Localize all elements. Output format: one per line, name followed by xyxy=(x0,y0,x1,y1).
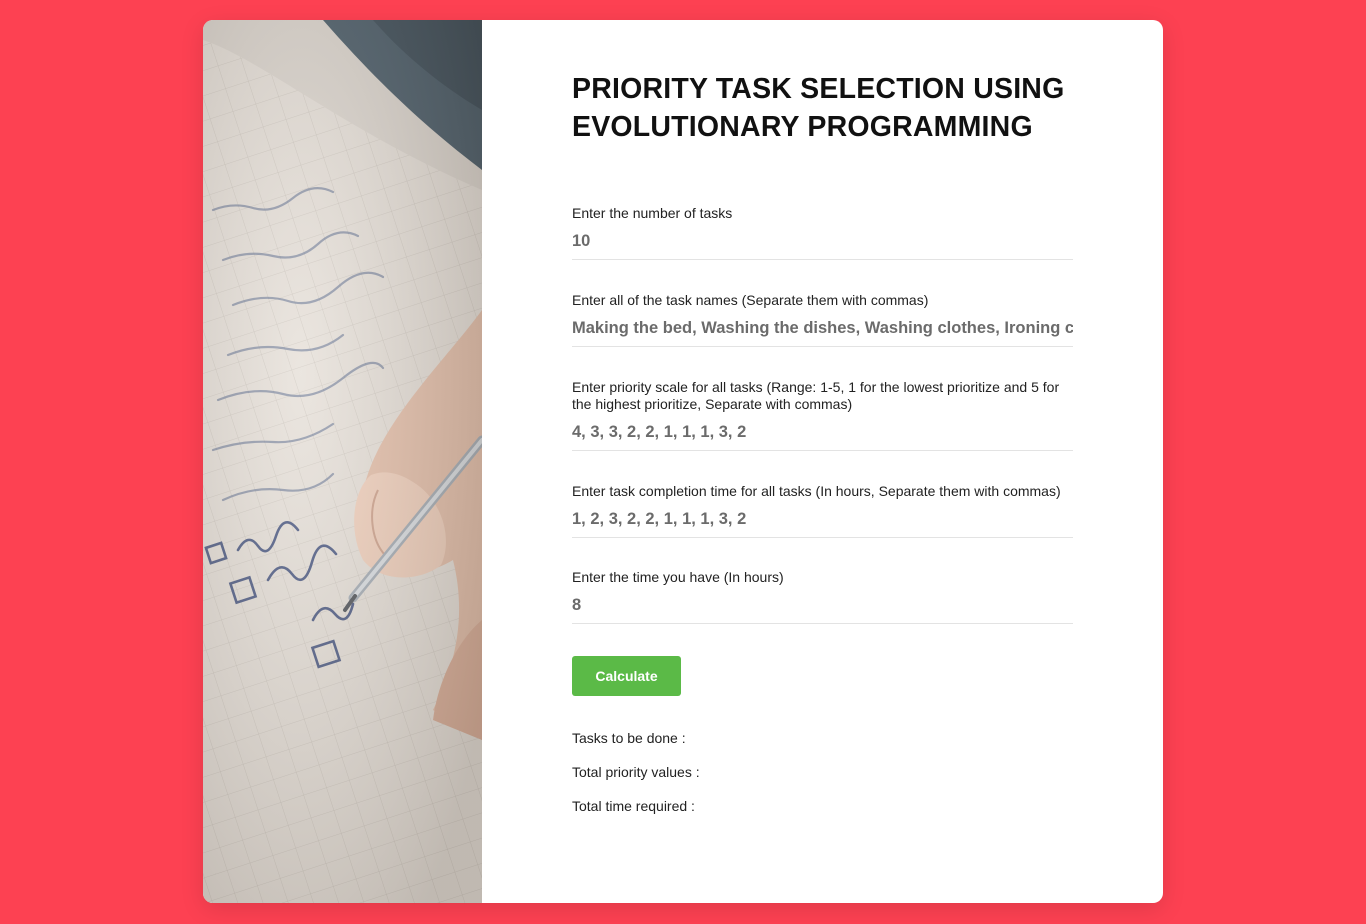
total-priority-result: Total priority values : xyxy=(572,764,700,780)
page-title: PRIORITY TASK SELECTION USING EVOLUTIONA… xyxy=(572,73,1065,143)
task-names-input[interactable] xyxy=(572,318,1073,338)
priority-scale-field: Enter priority scale for all tasks (Rang… xyxy=(572,379,1073,451)
notepad-image xyxy=(203,20,482,903)
available-time-label: Enter the time you have (In hours) xyxy=(572,569,784,585)
task-count-input[interactable] xyxy=(572,231,1073,251)
form-card: PRIORITY TASK SELECTION USING EVOLUTIONA… xyxy=(203,20,1163,903)
completion-time-input[interactable] xyxy=(572,509,1073,529)
task-count-label: Enter the number of tasks xyxy=(572,205,733,221)
completion-time-label: Enter task completion time for all tasks… xyxy=(572,483,1061,499)
priority-scale-label: Enter priority scale for all tasks (Rang… xyxy=(572,379,1060,412)
tasks-to-be-done-result: Tasks to be done : xyxy=(572,730,686,746)
calculate-button[interactable]: Calculate xyxy=(572,656,681,696)
task-names-field: Enter all of the task names (Separate th… xyxy=(572,292,1073,347)
total-time-result: Total time required : xyxy=(572,798,695,814)
priority-scale-input[interactable] xyxy=(572,422,1073,442)
notepad-photo xyxy=(203,20,482,903)
task-names-label: Enter all of the task names (Separate th… xyxy=(572,292,929,308)
task-count-field: Enter the number of tasks xyxy=(572,205,1073,260)
completion-time-field: Enter task completion time for all tasks… xyxy=(572,483,1073,538)
available-time-field: Enter the time you have (In hours) xyxy=(572,569,1073,624)
available-time-input[interactable] xyxy=(572,595,1073,615)
task-form: PRIORITY TASK SELECTION USING EVOLUTIONA… xyxy=(572,20,1074,903)
